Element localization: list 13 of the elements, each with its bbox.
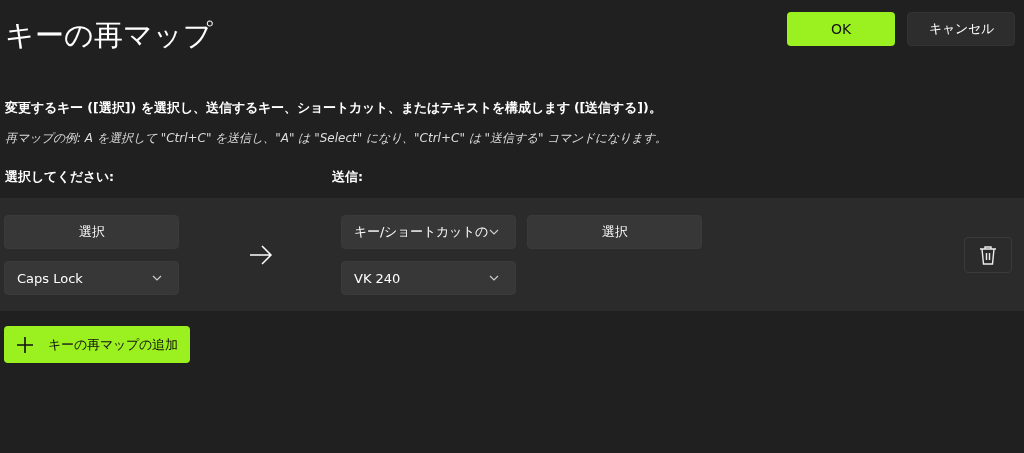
send-key-dropdown[interactable]: VK 240 (341, 261, 516, 295)
send-label: 送信: (332, 169, 363, 186)
key-dropdown[interactable]: Caps Lock (4, 261, 179, 295)
select-key-button[interactable]: 選択 (4, 215, 179, 249)
description-text: 変更するキー ([選択]) を選択し、送信するキー、ショートカット、またはテキストを構成します ([送信する])。 (5, 100, 663, 117)
send-type-dropdown[interactable]: キー/ショートカットの (341, 215, 516, 249)
cancel-button[interactable]: キャンセル (907, 12, 1015, 46)
page-title: キーの再マップ (5, 17, 213, 54)
example-text: 再マップの例: A を選択して "Ctrl+C" を送信し、"A" は "Select" になり、"Ctrl+C" は "送信する" コマンドになります。 (5, 130, 669, 147)
select-send-button[interactable]: 選択 (527, 215, 702, 249)
add-remap-button[interactable]: キーの再マップの追加 (4, 326, 190, 363)
ok-button[interactable]: OK (787, 12, 895, 46)
select-label: 選択してください: (5, 169, 115, 186)
